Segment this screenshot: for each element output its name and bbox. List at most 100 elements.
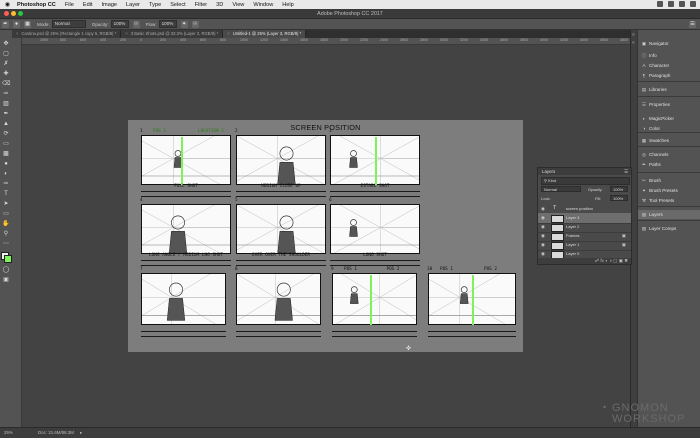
menu-view[interactable]: View: [232, 2, 244, 8]
pressure-opacity-icon[interactable]: ☉: [132, 20, 140, 28]
visibility-eye-icon[interactable]: ◉: [541, 215, 545, 221]
quick-mask-icon[interactable]: ◯: [2, 266, 10, 274]
menu-edit[interactable]: Edit: [83, 2, 93, 8]
link-layers-icon[interactable]: ☍: [595, 258, 600, 263]
close-tab-icon[interactable]: ×: [16, 31, 18, 36]
fill-field[interactable]: 100%: [610, 195, 628, 201]
menu-window[interactable]: Window: [253, 2, 273, 8]
lasso-tool-icon[interactable]: ✗: [2, 60, 10, 68]
dock-item-swatches[interactable]: ▦ Swatches: [638, 136, 700, 145]
visibility-eye-icon[interactable]: ◉: [541, 206, 545, 212]
layer-style-icon[interactable]: fx: [600, 258, 604, 263]
blur-tool-icon[interactable]: ●: [2, 160, 10, 168]
zoom-tool-icon[interactable]: ⚲: [2, 230, 10, 238]
search-icon[interactable]: [679, 1, 685, 7]
menu-app-name[interactable]: Photoshop CC: [17, 2, 56, 8]
layer-filter-bar[interactable]: ⚲ Kind: [541, 177, 630, 185]
storyboard-panel-6[interactable]: [330, 204, 420, 254]
layer-name[interactable]: Frames: [566, 233, 580, 238]
visibility-eye-icon[interactable]: ◉: [541, 233, 545, 239]
opacity-field[interactable]: 100%: [110, 20, 129, 28]
dock-item-tool-presets[interactable]: ⚒ Tool Presets: [638, 196, 700, 205]
quick-select-tool-icon[interactable]: ✚: [2, 70, 10, 78]
horizontal-ruler[interactable]: 1000 800 600 400 200 0 200 400 600 800 1000 1200 140…: [22, 38, 648, 45]
storyboard-panel-7[interactable]: [141, 273, 226, 325]
eyedropper-tool-icon[interactable]: ✑: [2, 90, 10, 98]
workspace-menu-icon[interactable]: ☰: [689, 20, 696, 28]
status-menu-icon[interactable]: ▸: [80, 430, 82, 436]
mode-select[interactable]: Normal: [51, 20, 86, 28]
storyboard-panel-9[interactable]: [332, 273, 417, 325]
dock-item-character[interactable]: A Character: [638, 61, 700, 70]
new-group-icon[interactable]: ▢: [613, 258, 617, 263]
dock-item-info[interactable]: ⓘ Info: [638, 51, 700, 60]
document-size[interactable]: Doc: 31.6M/88.3M: [38, 430, 74, 435]
storyboard-panel-5[interactable]: [236, 204, 326, 254]
zoom-level[interactable]: 25%: [4, 430, 13, 435]
more-tools-icon[interactable]: ⋯: [2, 240, 10, 248]
adjustment-layer-icon[interactable]: ◑: [609, 258, 612, 263]
layer-name[interactable]: Layer 2: [566, 224, 579, 229]
pressure-size-icon[interactable]: ☉: [191, 20, 199, 28]
background-color-swatch[interactable]: [4, 255, 12, 263]
airbrush-icon[interactable]: ✦: [180, 20, 188, 28]
layer-opacity-field[interactable]: 100%: [610, 186, 628, 192]
brush-tool-icon[interactable]: ✒: [2, 110, 10, 118]
notification-icon[interactable]: [690, 1, 696, 7]
history-brush-tool-icon[interactable]: ⟳: [2, 130, 10, 138]
flow-field[interactable]: 100%: [158, 20, 177, 28]
dock-item-paths[interactable]: ✒ Paths: [638, 160, 700, 169]
pen-tool-icon[interactable]: ✑: [2, 180, 10, 188]
path-selection-tool-icon[interactable]: ➤: [2, 200, 10, 208]
type-tool-icon[interactable]: T: [2, 190, 10, 198]
storyboard-panel-4[interactable]: [141, 204, 231, 254]
document-canvas[interactable]: SCREEN POSITION 1 POS 1 LOCATION 2 FULL SHO…: [128, 120, 523, 352]
storyboard-panel-8[interactable]: [236, 273, 321, 325]
layer-name[interactable]: screen position: [566, 206, 593, 211]
dock-item-brush[interactable]: ✂ Brush: [638, 176, 700, 185]
dock-item-libraries[interactable]: ▤ Libraries: [638, 85, 700, 94]
add-mask-icon[interactable]: ◐: [605, 258, 608, 263]
blend-mode-select[interactable]: Normal: [541, 186, 581, 192]
layer-name[interactable]: Layer 0: [566, 251, 579, 256]
brush-tool-preset-icon[interactable]: ✒: [2, 20, 9, 28]
dock-item-magicpicker[interactable]: ◐ MagicPicker: [638, 114, 700, 123]
rectangle-tool-icon[interactable]: ▭: [2, 210, 10, 218]
dodge-tool-icon[interactable]: ◐: [2, 170, 10, 178]
menu-select[interactable]: Select: [170, 2, 186, 8]
dock-item-color[interactable]: ◑ Color: [638, 124, 700, 133]
new-layer-icon[interactable]: ▣: [619, 258, 623, 263]
brush-size-picker-icon[interactable]: ●: [13, 20, 20, 28]
dock-item-properties[interactable]: ☰ Properties: [638, 100, 700, 109]
hand-tool-icon[interactable]: ✋: [2, 220, 10, 228]
tab-untitled-1[interactable]: × Untitled-1 @ 25% (Layer 3, RGB/8) *: [223, 30, 307, 38]
panel-menu-icon[interactable]: ☰: [624, 168, 628, 175]
clone-stamp-tool-icon[interactable]: ▲: [2, 120, 10, 128]
tab-cantina[interactable]: × Cantina.psd @ 25% (Rectangle 1 copy 5, …: [12, 30, 122, 38]
menu-help[interactable]: Help: [282, 2, 294, 8]
layer-name[interactable]: Layer 1: [566, 242, 579, 247]
dock-item-navigator[interactable]: ▣ Navigator: [638, 39, 700, 48]
close-tab-icon[interactable]: ×: [227, 31, 229, 36]
wifi-icon[interactable]: [657, 1, 663, 7]
battery-icon[interactable]: [668, 1, 674, 7]
brush-panel-toggle-icon[interactable]: ▦: [24, 20, 31, 28]
menu-filter[interactable]: Filter: [195, 2, 207, 8]
menu-file[interactable]: File: [65, 2, 74, 8]
visibility-eye-icon[interactable]: ◉: [541, 242, 545, 248]
delete-layer-icon[interactable]: ✖: [624, 258, 628, 263]
screen-mode-icon[interactable]: ▣: [2, 276, 10, 284]
visibility-eye-icon[interactable]: ◉: [541, 224, 545, 230]
eraser-tool-icon[interactable]: ▭: [2, 140, 10, 148]
storyboard-panel-1[interactable]: [141, 135, 231, 185]
crop-tool-icon[interactable]: ⌫: [2, 80, 10, 88]
menu-3d[interactable]: 3D: [216, 2, 223, 8]
vertical-ruler[interactable]: [12, 38, 22, 427]
dock-item-brush-presets[interactable]: ✦ Brush Presets: [638, 186, 700, 195]
close-tab-icon[interactable]: ×: [125, 31, 127, 36]
menu-layer[interactable]: Layer: [126, 2, 140, 8]
dock-item-paragraph[interactable]: ¶ Paragraph: [638, 71, 700, 80]
healing-brush-tool-icon[interactable]: ▧: [2, 100, 10, 108]
marquee-tool-icon[interactable]: ▢: [2, 50, 10, 58]
menu-type[interactable]: Type: [149, 2, 161, 8]
